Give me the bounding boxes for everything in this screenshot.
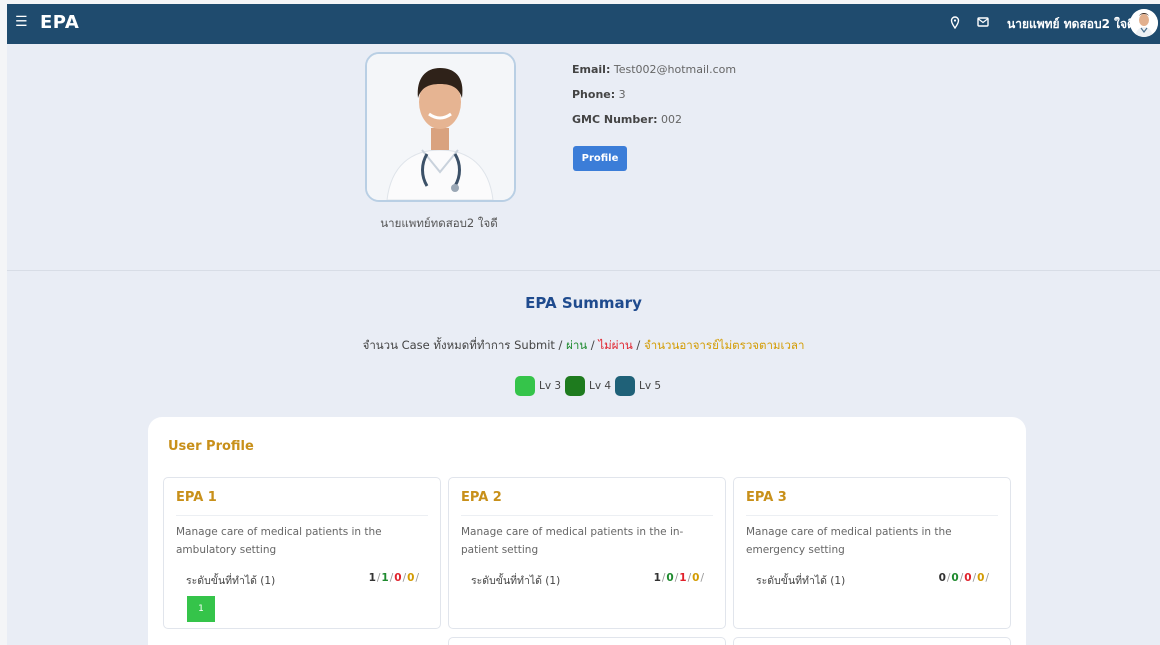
epa-count-fail: 0 (964, 572, 973, 584)
profile-photo (365, 52, 516, 202)
epa-counts: 1/0/1/0/ (653, 572, 705, 584)
summary-sub-fail: ไม่ผ่าน (598, 338, 633, 352)
epa-title: EPA 2 (461, 490, 502, 505)
epa-count-total: 0 (938, 572, 947, 584)
legend-lv5-swatch (615, 376, 635, 396)
epa-count-pass: 0 (951, 572, 960, 584)
epa-count-fail: 0 (394, 572, 403, 584)
email-line: Email: Test002@hotmail.com (572, 63, 736, 76)
top-navbar: ☰ EPA นายแพทย์ ทดสอบ2 ใจดี (7, 4, 1160, 44)
epa-level-label: ระดับขั้นที่ทำได้ (1) (186, 575, 276, 587)
summary-subtitle: จำนวน Case ทั้งหมดที่ทำการ Submit / ผ่าน… (7, 337, 1160, 355)
epa-count-total: 1 (368, 572, 377, 584)
summary-title: EPA Summary (525, 294, 642, 312)
location-pin-icon[interactable] (950, 16, 960, 32)
legend-lv4-label: Lv 4 (589, 380, 612, 392)
summary-sub-pending: จำนวนอาจารย์ไม่ตรวจตามเวลา (643, 338, 805, 352)
epa-count-total: 1 (653, 572, 662, 584)
epa-card-3[interactable]: EPA 3 Manage care of medical patients in… (733, 477, 1011, 629)
epa-card-2[interactable]: EPA 2 Manage care of medical patients in… (448, 477, 726, 629)
legend-lv3-label: Lv 3 (539, 380, 562, 392)
epa-level-label: ระดับขั้นที่ทำได้ (1) (471, 575, 561, 587)
epa-title: EPA 3 (746, 490, 787, 505)
doctor-avatar-icon[interactable] (1130, 9, 1158, 37)
user-profile-title: User Profile (168, 439, 254, 454)
profile-name: นายแพทย์ทดสอบ2 ใจดี (380, 216, 498, 230)
epa-card-next[interactable] (733, 637, 1011, 645)
epa-count-fail: 1 (679, 572, 688, 584)
gmc-line: GMC Number: 002 (572, 113, 682, 126)
epa-description: Manage care of medical patients in the e… (746, 526, 952, 556)
section-divider (7, 270, 1160, 271)
topbar-user-name[interactable]: นายแพทย์ ทดสอบ2 ใจดี (1007, 15, 1135, 34)
epa-counts: 1/1/0/0/ (368, 572, 420, 584)
app-frame: ☰ EPA นายแพทย์ ทดสอบ2 ใจดี นายแพทย์ทดสอบ… (7, 4, 1160, 645)
epa-level-label: ระดับขั้นที่ทำได้ (1) (756, 575, 846, 587)
epa-count-pass: 0 (666, 572, 675, 584)
legend-lv5-label: Lv 5 (639, 380, 662, 392)
summary-sub-pass: ผ่าน (566, 338, 588, 352)
epa-card-1[interactable]: EPA 1 Manage care of medical patients in… (163, 477, 441, 629)
hamburger-icon[interactable]: ☰ (15, 14, 28, 30)
epa-divider (461, 515, 713, 516)
mail-icon[interactable] (977, 16, 989, 30)
summary-sub-sep-2: / (632, 338, 644, 352)
epa-counts: 0/0/0/0/ (938, 572, 990, 584)
epa-description: Manage care of medical patients in the i… (461, 526, 684, 556)
epa-description: Manage care of medical patients in the a… (176, 526, 382, 556)
epa-card-next[interactable] (448, 637, 726, 645)
gmc-value: 002 (661, 113, 683, 126)
epa-divider (176, 515, 428, 516)
epa-count-pass: 1 (381, 572, 390, 584)
phone-line: Phone: 3 (572, 88, 626, 101)
epa-divider (746, 515, 998, 516)
user-profile-card: User Profile EPA 1 Manage care of medica… (148, 417, 1026, 645)
phone-value: 3 (618, 88, 626, 101)
phone-label: Phone: (572, 88, 616, 101)
email-value: Test002@hotmail.com (613, 63, 737, 76)
brand-logo[interactable]: EPA (40, 12, 79, 33)
legend-lv3-swatch (515, 376, 535, 396)
profile-button[interactable]: Profile (573, 146, 627, 171)
summary-sub-sep-1: / (587, 338, 599, 352)
gmc-label: GMC Number: (572, 113, 658, 126)
email-label: Email: (572, 63, 611, 76)
legend-lv4-swatch (565, 376, 585, 396)
epa-level-box[interactable]: 1 (187, 596, 215, 622)
epa-title: EPA 1 (176, 490, 217, 505)
summary-sub-prefix: จำนวน Case ทั้งหมดที่ทำการ Submit / (362, 338, 567, 352)
